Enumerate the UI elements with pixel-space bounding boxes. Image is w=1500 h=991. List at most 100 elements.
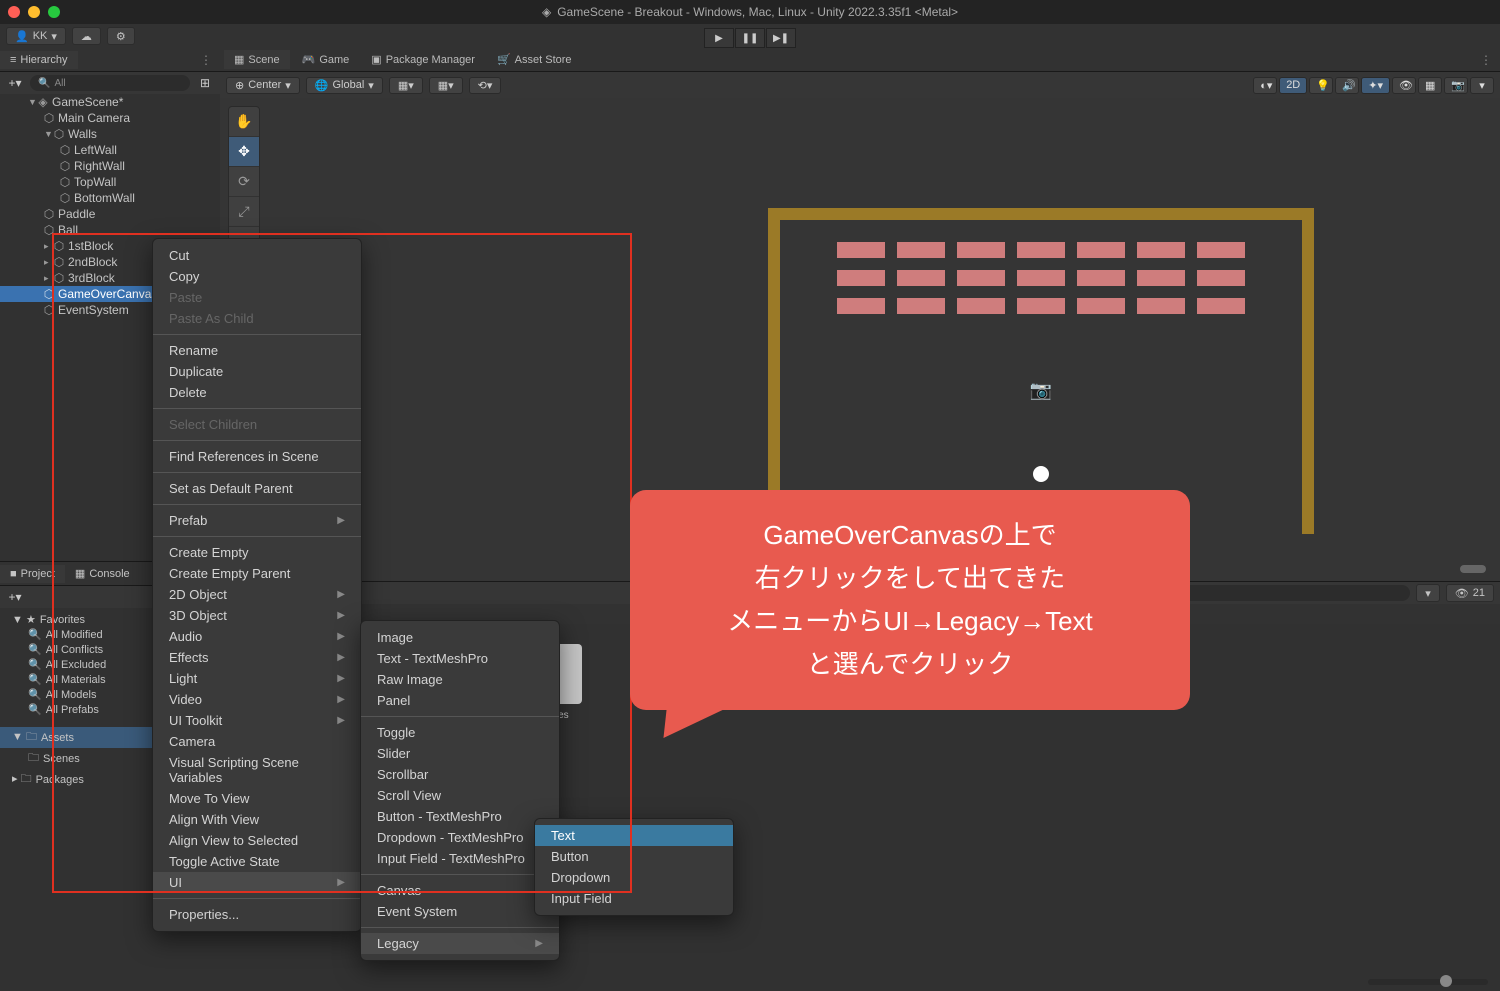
hierarchy-item-main-camera[interactable]: ⬡Main Camera — [0, 110, 220, 126]
ctx-ui-toggle[interactable]: Toggle — [361, 722, 559, 743]
hierarchy-item-leftwall[interactable]: ⬡LeftWall — [0, 142, 220, 158]
rotate-tool[interactable]: ⟳ — [229, 167, 259, 197]
ctx-3d-object[interactable]: 3D Object▶ — [153, 605, 361, 626]
ctx-ui-panel[interactable]: Panel — [361, 690, 559, 711]
hierarchy-filter-icon[interactable]: ⊞ — [194, 76, 216, 90]
hierarchy-item-walls[interactable]: ▼⬡Walls — [0, 126, 220, 142]
icon-size-slider-track[interactable] — [1368, 979, 1488, 985]
ctx-ui-toolkit[interactable]: UI Toolkit▶ — [153, 710, 361, 731]
ctx-camera[interactable]: Camera — [153, 731, 361, 752]
camera-button[interactable]: 📷 — [1444, 77, 1468, 94]
ctx-ui-text-tmp[interactable]: Text - TextMeshPro — [361, 648, 559, 669]
ctx-delete[interactable]: Delete — [153, 382, 361, 403]
ctx-ui-image[interactable]: Image — [361, 627, 559, 648]
hierarchy-add-button[interactable]: +▾ — [4, 76, 26, 90]
grid-button[interactable]: ▦ — [1418, 77, 1442, 94]
hierarchy-search-input[interactable]: 🔍All — [30, 75, 190, 91]
ctx-ui[interactable]: UI▶ — [153, 872, 361, 893]
window-minimize-icon[interactable] — [28, 6, 40, 18]
pivot-dropdown[interactable]: ⊕ Center ▾ — [226, 77, 300, 94]
ctx-ui-legacy[interactable]: Legacy▶ — [361, 933, 559, 954]
console-tab[interactable]: ▦ Console — [65, 564, 140, 583]
ctx-ui-canvas[interactable]: Canvas — [361, 880, 559, 901]
filter-button[interactable]: ▾ — [1416, 584, 1440, 602]
2d-toggle[interactable]: 2D — [1279, 77, 1307, 94]
gizmo-dropdown[interactable]: ▾ — [1470, 77, 1494, 94]
move-tool[interactable]: ✥ — [229, 137, 259, 167]
panel-menu-icon[interactable]: ⋮ — [192, 53, 220, 67]
ctx-set-default-parent[interactable]: Set as Default Parent — [153, 478, 361, 499]
asset-store-tab[interactable]: 🛒Asset Store — [487, 50, 582, 69]
scene-root[interactable]: ▼◈GameScene* — [0, 94, 220, 110]
ctx-legacy-text[interactable]: Text — [535, 825, 733, 846]
package-manager-tab[interactable]: ▣Package Manager — [361, 50, 485, 69]
ctx-create-empty[interactable]: Create Empty — [153, 542, 361, 563]
hidden-count-badge[interactable]: 👁 21 — [1446, 584, 1494, 602]
ctx-rename[interactable]: Rename — [153, 340, 361, 361]
play-button[interactable]: ▶ — [704, 28, 734, 48]
shading-dropdown[interactable]: ◐▾ — [1253, 77, 1277, 94]
ctx-properties[interactable]: Properties... — [153, 904, 361, 925]
ctx-ui-scroll-view[interactable]: Scroll View — [361, 785, 559, 806]
window-close-icon[interactable] — [8, 6, 20, 18]
ctx-ui-input-tmp[interactable]: Input Field - TextMeshPro — [361, 848, 559, 869]
ctx-ui-raw-image[interactable]: Raw Image — [361, 669, 559, 690]
project-tab[interactable]: ■ Project — [0, 565, 65, 583]
ctx-ui-event-system[interactable]: Event System — [361, 901, 559, 922]
hidden-toggle[interactable]: 👁 — [1392, 77, 1416, 94]
scale-tool[interactable]: ⤢ — [229, 197, 259, 227]
ctx-legacy-button[interactable]: Button — [535, 846, 733, 867]
window-zoom-icon[interactable] — [48, 6, 60, 18]
ctx-find-refs[interactable]: Find References in Scene — [153, 446, 361, 467]
ctx-copy[interactable]: Copy — [153, 266, 361, 287]
ctx-legacy-input-field[interactable]: Input Field — [535, 888, 733, 909]
hierarchy-tab[interactable]: ≡Hierarchy — [0, 51, 78, 69]
panel-menu-icon[interactable]: ⋮ — [1472, 53, 1500, 67]
game-tab[interactable]: 🎮Game — [292, 50, 360, 69]
ctx-2d-object[interactable]: 2D Object▶ — [153, 584, 361, 605]
ctx-legacy-dropdown[interactable]: Dropdown — [535, 867, 733, 888]
ctx-align-view-to-selected[interactable]: Align View to Selected — [153, 830, 361, 851]
ctx-create-empty-parent[interactable]: Create Empty Parent — [153, 563, 361, 584]
gameobject-icon: ⬡ — [44, 225, 54, 235]
settings-button[interactable]: ⚙ — [107, 27, 135, 45]
ctx-ui-scrollbar[interactable]: Scrollbar — [361, 764, 559, 785]
account-dropdown[interactable]: 👤 KK ▾ — [6, 27, 66, 45]
scene-tab[interactable]: ▦Scene — [224, 50, 290, 69]
icon-size-slider-thumb[interactable] — [1440, 975, 1452, 987]
cloud-button[interactable]: ☁ — [72, 27, 101, 45]
audio-toggle[interactable]: 🔊 — [1335, 77, 1359, 94]
snap2-button[interactable]: ▦▾ — [429, 77, 463, 94]
ctx-prefab[interactable]: Prefab▶ — [153, 510, 361, 531]
hierarchy-item-ball[interactable]: ⬡Ball — [0, 222, 220, 238]
ctx-video[interactable]: Video▶ — [153, 689, 361, 710]
ctx-ui-dropdown-tmp[interactable]: Dropdown - TextMeshPro — [361, 827, 559, 848]
ctx-toggle-active[interactable]: Toggle Active State — [153, 851, 361, 872]
snap-button[interactable]: ▦▾ — [389, 77, 423, 94]
project-add-button[interactable]: +▾ — [4, 590, 26, 604]
hierarchy-item-topwall[interactable]: ⬡TopWall — [0, 174, 220, 190]
ctx-align-with-view[interactable]: Align With View — [153, 809, 361, 830]
ctx-vssv[interactable]: Visual Scripting Scene Variables — [153, 752, 361, 788]
lighting-toggle[interactable]: 💡 — [1309, 77, 1333, 94]
ctx-move-to-view[interactable]: Move To View — [153, 788, 361, 809]
snap3-button[interactable]: ⟲▾ — [469, 77, 502, 94]
step-button[interactable]: ▶❚ — [766, 28, 796, 48]
hierarchy-item-paddle[interactable]: ⬡Paddle — [0, 206, 220, 222]
ctx-ui-button-tmp[interactable]: Button - TextMeshPro — [361, 806, 559, 827]
hierarchy-item-rightwall[interactable]: ⬡RightWall — [0, 158, 220, 174]
viewport-scroll-thumb[interactable] — [1460, 565, 1486, 573]
ctx-cut[interactable]: Cut — [153, 245, 361, 266]
ctx-effects[interactable]: Effects▶ — [153, 647, 361, 668]
annotation-speech: GameOverCanvasの上で 右クリックをして出てきた メニューからUI→… — [630, 490, 1190, 710]
ctx-light[interactable]: Light▶ — [153, 668, 361, 689]
package-icon: ▣ — [371, 53, 381, 66]
fx-dropdown[interactable]: ✦▾ — [1361, 77, 1390, 94]
ctx-audio[interactable]: Audio▶ — [153, 626, 361, 647]
pause-button[interactable]: ❚❚ — [735, 28, 765, 48]
ctx-ui-slider[interactable]: Slider — [361, 743, 559, 764]
hierarchy-item-bottomwall[interactable]: ⬡BottomWall — [0, 190, 220, 206]
space-dropdown[interactable]: 🌐 Global ▾ — [306, 77, 383, 94]
hand-tool[interactable]: ✋ — [229, 107, 259, 137]
ctx-duplicate[interactable]: Duplicate — [153, 361, 361, 382]
